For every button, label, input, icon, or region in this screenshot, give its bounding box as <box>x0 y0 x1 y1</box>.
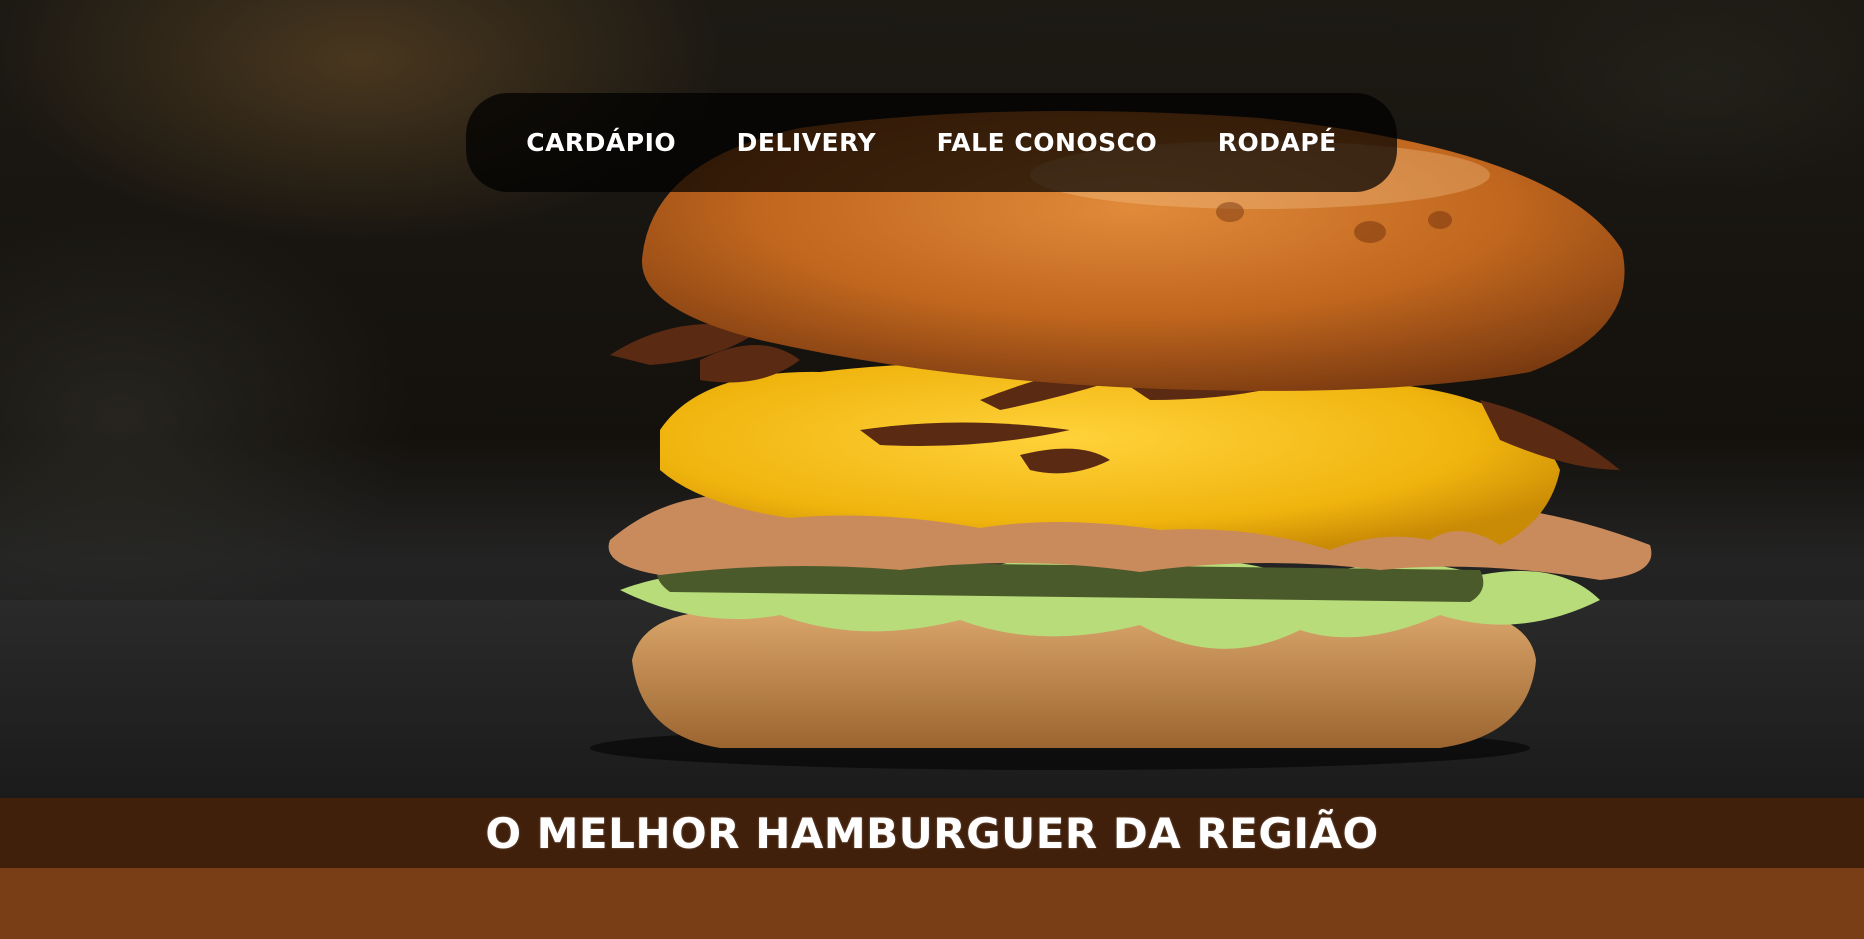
footer-strip <box>0 868 1864 939</box>
main-navigation: CARDÁPIO DELIVERY FALE CONOSCO RODAPÉ <box>466 93 1397 192</box>
headline-banner: O MELHOR HAMBURGUER DA REGIÃO <box>0 798 1864 868</box>
headline-title: O MELHOR HAMBURGUER DA REGIÃO <box>485 808 1379 858</box>
nav-link-fale-conosco[interactable]: FALE CONOSCO <box>937 128 1158 157</box>
nav-link-delivery[interactable]: DELIVERY <box>737 128 876 157</box>
hero-section: CARDÁPIO DELIVERY FALE CONOSCO RODAPÉ <box>0 0 1864 798</box>
nav-link-rodape[interactable]: RODAPÉ <box>1218 128 1337 157</box>
nav-link-cardapio[interactable]: CARDÁPIO <box>526 128 676 157</box>
